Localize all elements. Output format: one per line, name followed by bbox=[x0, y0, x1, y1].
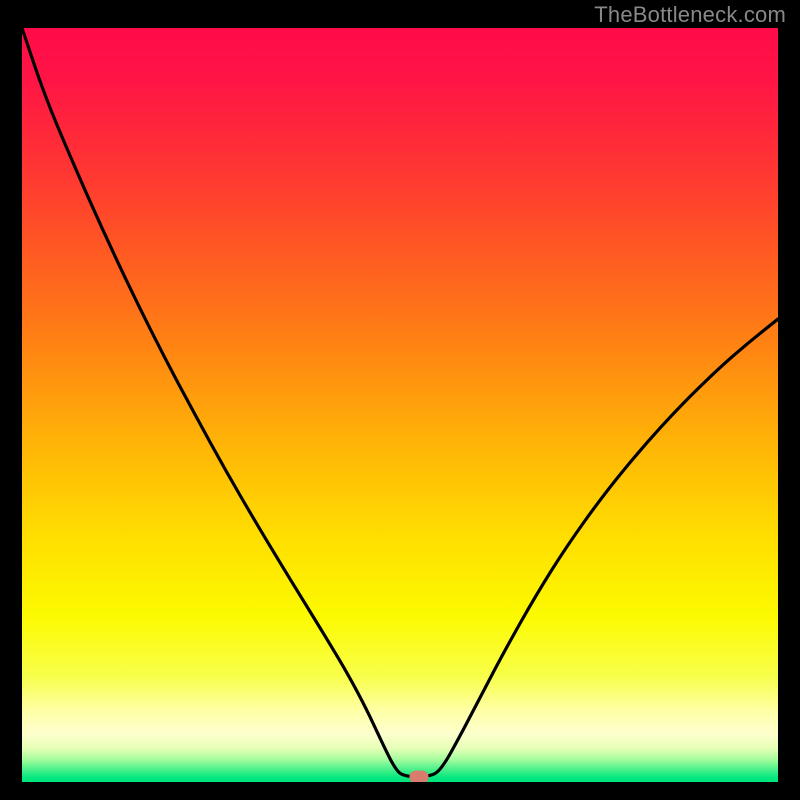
watermark-text: TheBottleneck.com bbox=[594, 2, 786, 28]
bottleneck-curve bbox=[22, 28, 778, 782]
chart-frame: TheBottleneck.com bbox=[0, 0, 800, 800]
optimal-point-marker bbox=[409, 770, 428, 782]
plot-area bbox=[22, 28, 778, 782]
